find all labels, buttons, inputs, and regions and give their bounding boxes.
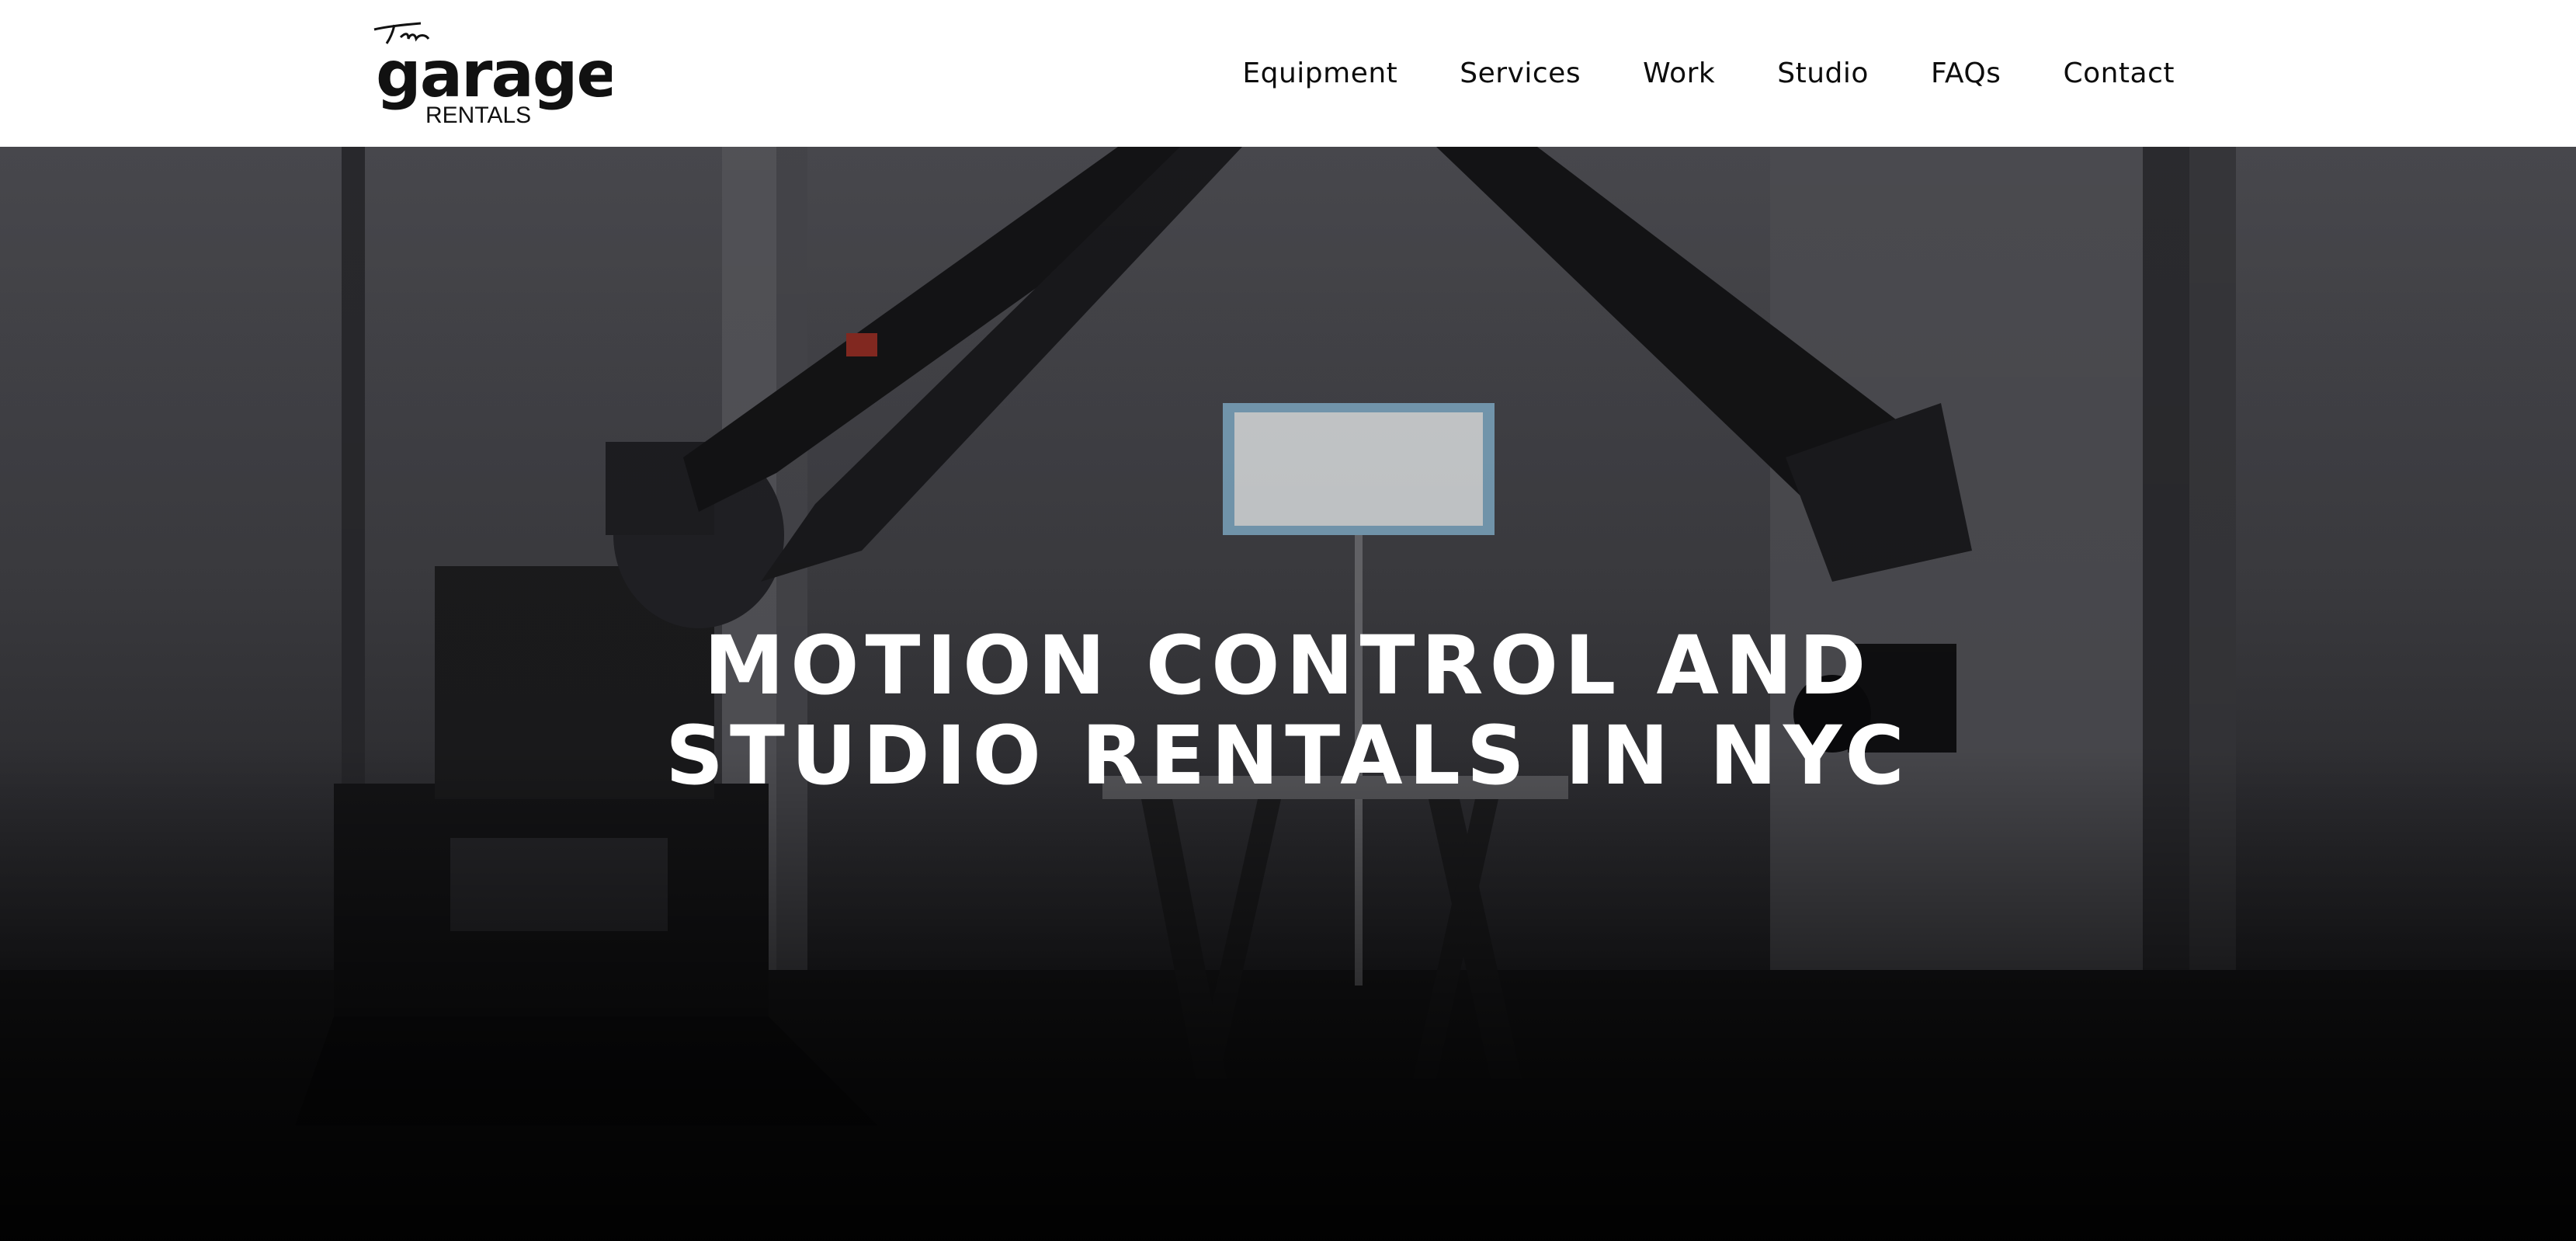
nav-studio[interactable]: Studio <box>1777 57 1869 89</box>
hero-section: MOTION CONTROL AND STUDIO RENTALS IN NYC <box>0 147 2576 1241</box>
site-header: garage RENTALS Equipment Services Work S… <box>0 0 2576 147</box>
svg-text:garage: garage <box>376 38 612 112</box>
hero-headline-line2: STUDIO RENTALS IN NYC <box>665 707 1911 803</box>
nav-faqs[interactable]: FAQs <box>1931 57 2001 89</box>
nav-contact[interactable]: Contact <box>2063 57 2175 89</box>
garage-rentals-logo-icon: garage RENTALS <box>373 22 620 128</box>
svg-text:RENTALS: RENTALS <box>425 103 531 127</box>
nav-services[interactable]: Services <box>1460 57 1581 89</box>
hero-headline: MOTION CONTROL AND STUDIO RENTALS IN NYC <box>0 620 2576 801</box>
hero-headline-line1: MOTION CONTROL AND <box>703 617 1873 713</box>
nav-work[interactable]: Work <box>1643 57 1715 89</box>
main-nav: Equipment Services Work Studio FAQs Cont… <box>1242 0 2175 147</box>
nav-equipment[interactable]: Equipment <box>1242 57 1397 89</box>
site-logo[interactable]: garage RENTALS <box>371 19 620 128</box>
